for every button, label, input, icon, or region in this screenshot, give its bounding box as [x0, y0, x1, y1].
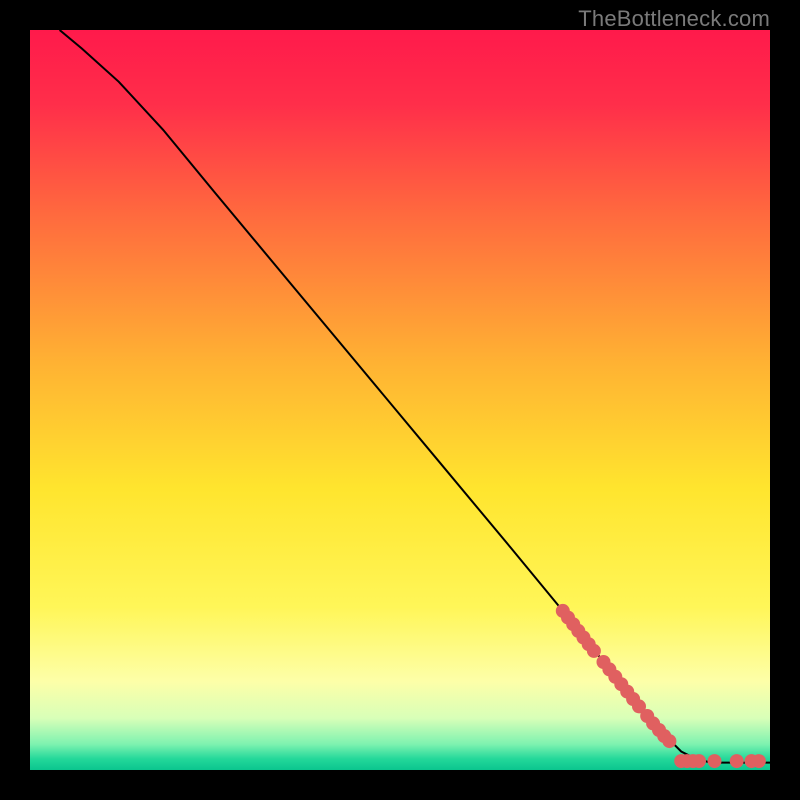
watermark-text: TheBottleneck.com — [578, 6, 770, 32]
data-marker — [752, 754, 766, 768]
chart-svg — [30, 30, 770, 770]
data-marker — [662, 734, 676, 748]
gradient-background — [30, 30, 770, 770]
plot-area — [30, 30, 770, 770]
data-marker — [692, 754, 706, 768]
chart-frame: TheBottleneck.com — [0, 0, 800, 800]
data-marker — [730, 754, 744, 768]
data-marker — [587, 644, 601, 658]
data-marker — [708, 754, 722, 768]
